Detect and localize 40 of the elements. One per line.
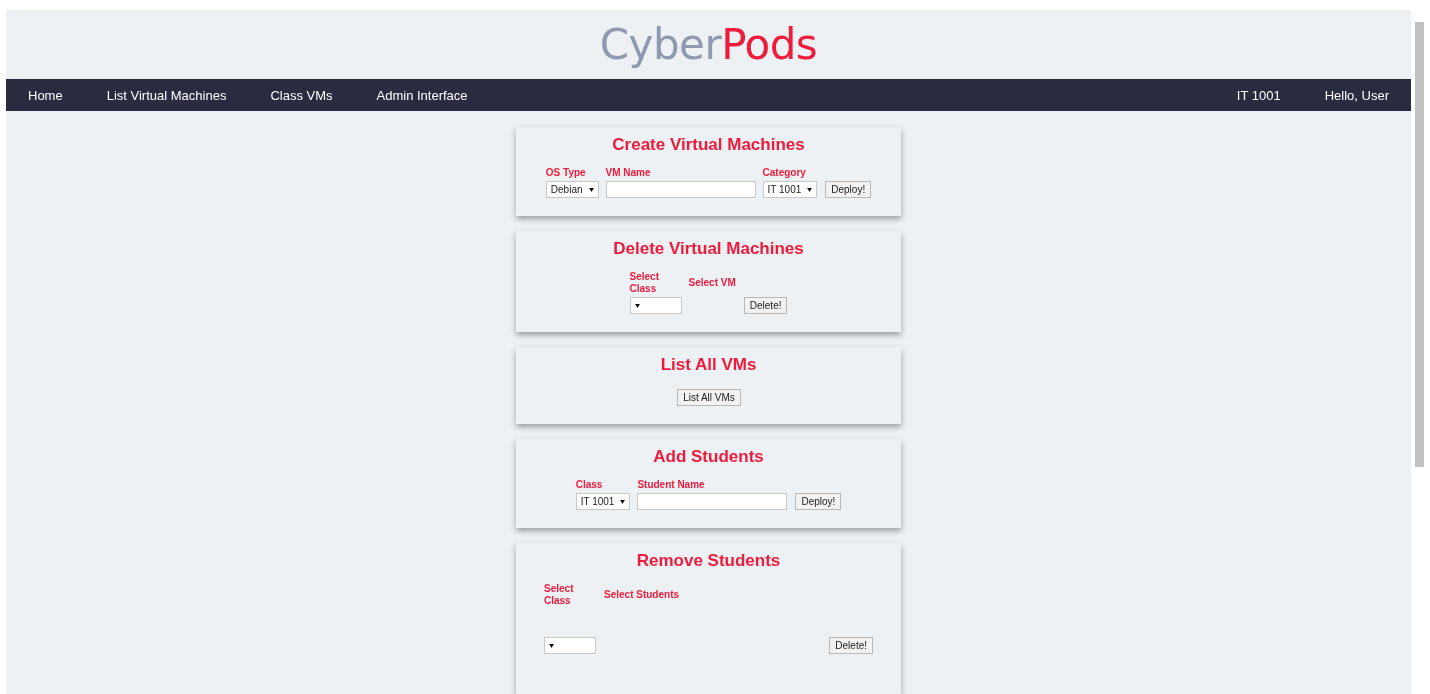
dropdown[interactable]: IT 1001	[575, 493, 631, 510]
field-label: Student Name	[637, 479, 705, 491]
nav-link[interactable]: Admin Interface	[354, 87, 490, 103]
logo-word: Cyber	[599, 20, 722, 70]
logo-word: Pods	[721, 20, 818, 70]
field-label: Select Class	[544, 583, 575, 607]
field-label: Class	[575, 479, 603, 491]
dropdown[interactable]	[629, 297, 682, 314]
nav-link[interactable]: Hello, User	[1302, 87, 1411, 103]
field-label: VM Name	[605, 167, 651, 179]
caret-icon	[588, 187, 594, 192]
action-button[interactable]: List All VMs	[677, 389, 741, 406]
dropdown[interactable]	[544, 637, 596, 654]
field-label: Category	[762, 167, 806, 179]
scrollbar-thumb[interactable]	[1414, 22, 1424, 467]
action-button[interactable]: Deploy!	[795, 493, 842, 510]
nav-link[interactable]: Class VMs	[248, 87, 355, 103]
input-field[interactable]	[637, 493, 788, 510]
panel-title: List All VMs	[660, 355, 757, 375]
caret-icon	[620, 499, 626, 504]
caret-icon	[634, 303, 640, 308]
dropdown[interactable]: Debian	[545, 181, 599, 198]
panel-title: Delete Virtual Machines	[613, 239, 804, 259]
field-label: Select Class	[629, 271, 660, 295]
panel-title: Create Virtual Machines	[612, 135, 805, 155]
nav-link[interactable]: IT 1001	[1214, 87, 1303, 103]
action-button[interactable]: Deploy!	[825, 181, 872, 198]
nav-link[interactable]: Home	[6, 87, 85, 103]
field-label: Select VM	[688, 277, 736, 289]
action-button[interactable]: Delete!	[829, 637, 873, 654]
panel-title: Remove Students	[636, 551, 781, 571]
caret-icon	[807, 187, 813, 192]
caret-icon	[549, 643, 554, 648]
nav-link[interactable]: List Virtual Machines	[84, 87, 249, 103]
dropdown[interactable]: IT 1001	[762, 181, 818, 198]
action-button[interactable]: Delete!	[743, 297, 788, 314]
panel-title: Add Students	[653, 447, 764, 467]
input-field[interactable]	[605, 181, 756, 198]
field-label: Select Students	[604, 589, 680, 601]
field-label: OS Type	[545, 167, 586, 179]
